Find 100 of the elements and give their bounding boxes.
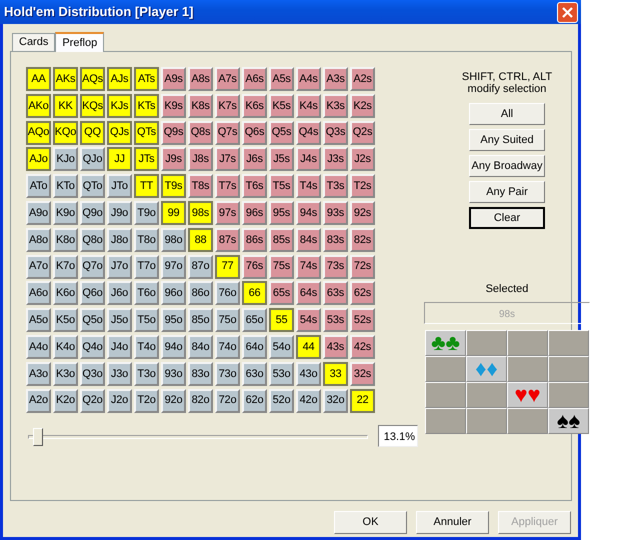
- hand-cell[interactable]: Q9s: [161, 120, 186, 145]
- hand-cell[interactable]: T9o: [134, 200, 159, 225]
- hand-cell[interactable]: JTs: [134, 147, 159, 172]
- tab[interactable]: Preflop: [55, 32, 104, 52]
- hand-cell[interactable]: QJo: [80, 147, 105, 172]
- hand-cell[interactable]: 75s: [269, 254, 294, 279]
- suit-combo-cell[interactable]: [548, 330, 589, 356]
- hand-cell[interactable]: 84s: [296, 228, 321, 252]
- hand-cell[interactable]: K5s: [269, 94, 294, 118]
- hand-cell[interactable]: T5o: [134, 308, 159, 332]
- hand-cell[interactable]: A3s: [323, 67, 348, 91]
- hand-cell[interactable]: 74o: [215, 334, 240, 359]
- hand-cell[interactable]: A9s: [161, 67, 186, 91]
- select-button[interactable]: All: [469, 103, 545, 125]
- hand-cell[interactable]: Q8o: [80, 228, 105, 252]
- hand-cell[interactable]: KJo: [53, 147, 78, 172]
- hand-cell[interactable]: K5o: [53, 308, 78, 332]
- hand-cell[interactable]: 94s: [296, 200, 321, 225]
- hand-cell[interactable]: K2s: [350, 94, 375, 118]
- hand-cell[interactable]: T3s: [323, 174, 348, 198]
- suit-combo-cell[interactable]: [425, 356, 466, 382]
- hand-cell[interactable]: K2o: [53, 388, 78, 413]
- hand-cell[interactable]: T8s: [188, 174, 213, 198]
- hand-cell[interactable]: J6o: [107, 281, 132, 306]
- dialog-button[interactable]: Annuler: [416, 511, 489, 534]
- hand-cell[interactable]: 73s: [323, 254, 348, 279]
- hand-cell[interactable]: 86o: [188, 281, 213, 306]
- hand-cell[interactable]: J9o: [107, 200, 132, 225]
- hand-cell[interactable]: Q7s: [215, 120, 240, 145]
- hand-cell[interactable]: T7o: [134, 254, 159, 279]
- suit-combo-cell[interactable]: [548, 382, 589, 408]
- hand-cell[interactable]: Q3s: [323, 120, 348, 145]
- hand-cell[interactable]: J3o: [107, 362, 132, 386]
- hand-cell[interactable]: 97s: [215, 200, 240, 225]
- hand-cell[interactable]: K6o: [53, 281, 78, 306]
- hand-cell[interactable]: 87o: [188, 254, 213, 279]
- tab[interactable]: Cards: [12, 33, 56, 51]
- hand-cell[interactable]: K4s: [296, 94, 321, 118]
- hand-cell[interactable]: T3o: [134, 362, 159, 386]
- hand-cell[interactable]: 87s: [215, 228, 240, 252]
- hand-cell[interactable]: T4s: [296, 174, 321, 198]
- hand-cell[interactable]: KQs: [80, 94, 105, 118]
- hand-cell[interactable]: 86s: [242, 228, 267, 252]
- hand-cell[interactable]: KQo: [53, 120, 78, 145]
- hand-cell[interactable]: JJ: [107, 147, 132, 172]
- suit-combo-cell[interactable]: [507, 408, 548, 434]
- hand-cell[interactable]: Q6s: [242, 120, 267, 145]
- hand-cell[interactable]: 54s: [296, 308, 321, 332]
- hand-cell[interactable]: 32s: [350, 362, 375, 386]
- hand-cell[interactable]: 54o: [269, 334, 294, 359]
- hand-cell[interactable]: KK: [53, 94, 78, 118]
- hand-cell[interactable]: 95o: [161, 308, 186, 332]
- hand-cell[interactable]: 96s: [242, 200, 267, 225]
- hand-cell[interactable]: J2s: [350, 147, 375, 172]
- hand-cell[interactable]: A5o: [26, 308, 51, 332]
- hand-cell[interactable]: 43s: [323, 334, 348, 359]
- hand-cell[interactable]: 88: [188, 228, 213, 252]
- hand-cell[interactable]: J6s: [242, 147, 267, 172]
- hand-cell[interactable]: 97o: [161, 254, 186, 279]
- hand-cell[interactable]: 77: [215, 254, 240, 279]
- hand-cell[interactable]: 98o: [161, 228, 186, 252]
- hand-cell[interactable]: A6o: [26, 281, 51, 306]
- hand-cell[interactable]: Q7o: [80, 254, 105, 279]
- hand-cell[interactable]: T2s: [350, 174, 375, 198]
- hand-cell[interactable]: Q3o: [80, 362, 105, 386]
- hand-cell[interactable]: 82s: [350, 228, 375, 252]
- hand-cell[interactable]: K3o: [53, 362, 78, 386]
- hand-cell[interactable]: QJs: [107, 120, 132, 145]
- hand-cell[interactable]: 52s: [350, 308, 375, 332]
- hand-cell[interactable]: A6s: [242, 67, 267, 91]
- hand-cell[interactable]: 73o: [215, 362, 240, 386]
- hand-cell[interactable]: Q9o: [80, 200, 105, 225]
- hand-cell[interactable]: K9o: [53, 200, 78, 225]
- hand-cell[interactable]: 85o: [188, 308, 213, 332]
- close-button[interactable]: [557, 2, 578, 22]
- hand-cell[interactable]: 85s: [269, 228, 294, 252]
- hand-cell[interactable]: K4o: [53, 334, 78, 359]
- hand-cell[interactable]: KJs: [107, 94, 132, 118]
- hand-cell[interactable]: J8o: [107, 228, 132, 252]
- select-button[interactable]: Any Suited: [469, 129, 545, 151]
- hand-cell[interactable]: 72s: [350, 254, 375, 279]
- hand-cell[interactable]: K9s: [161, 94, 186, 118]
- hand-cell[interactable]: 22: [350, 388, 375, 413]
- hand-cell[interactable]: 75o: [215, 308, 240, 332]
- hand-cell[interactable]: K8o: [53, 228, 78, 252]
- hand-cell[interactable]: 32o: [323, 388, 348, 413]
- hand-cell[interactable]: T7s: [215, 174, 240, 198]
- hand-cell[interactable]: 76s: [242, 254, 267, 279]
- hand-cell[interactable]: Q6o: [80, 281, 105, 306]
- hand-cell[interactable]: 98s: [188, 200, 213, 225]
- hand-cell[interactable]: Q8s: [188, 120, 213, 145]
- hand-cell[interactable]: QTs: [134, 120, 159, 145]
- select-button[interactable]: Clear: [469, 207, 545, 229]
- hand-cell[interactable]: QQ: [80, 120, 105, 145]
- hand-cell[interactable]: T8o: [134, 228, 159, 252]
- hand-cell[interactable]: 93s: [323, 200, 348, 225]
- hand-cell[interactable]: K6s: [242, 94, 267, 118]
- hand-cell[interactable]: Q4o: [80, 334, 105, 359]
- hand-cell[interactable]: ATo: [26, 174, 51, 198]
- hand-cell[interactable]: Q2s: [350, 120, 375, 145]
